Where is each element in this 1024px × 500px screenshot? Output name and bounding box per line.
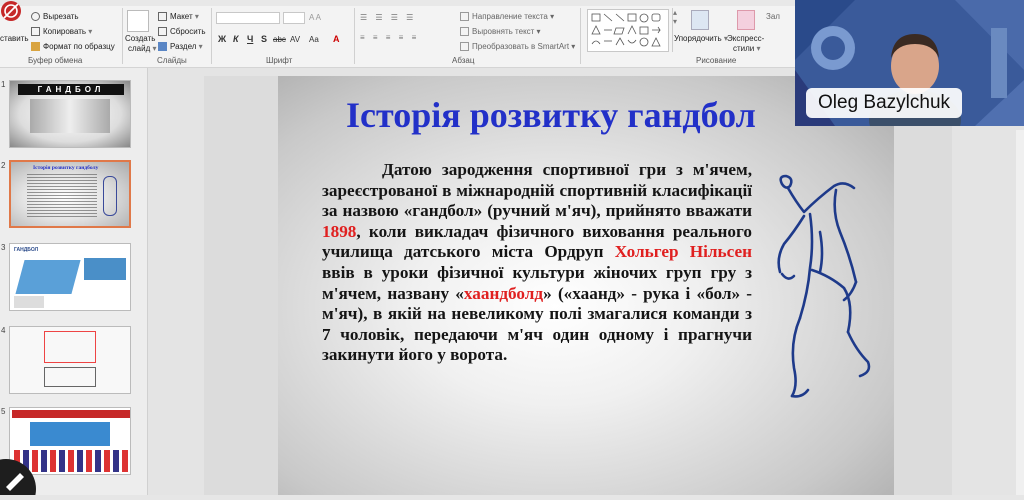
new-slide-button-line2[interactable]: слайд ▾ — [128, 44, 157, 53]
shapes-icon — [591, 13, 661, 47]
thumbnail-court-2 — [84, 258, 126, 280]
strikethrough-button[interactable]: abc — [273, 35, 286, 44]
cut-button[interactable]: Вырезать — [31, 12, 79, 22]
highlight-person: Хольгер Нільсен — [614, 242, 752, 262]
paintbrush-icon — [31, 42, 40, 52]
thumbnail-image — [30, 99, 110, 133]
new-slide-icon[interactable] — [127, 10, 149, 32]
slide-thumbnails-panel: 1 ГАНДБОЛ 2 Історія розвитку гандболу 3 … — [0, 68, 148, 495]
paragraph-group-label: Абзац — [452, 56, 475, 65]
shadow-button[interactable]: S — [261, 34, 267, 44]
thumbnail-banner — [12, 410, 130, 418]
thumbnail-ball — [14, 296, 44, 308]
font-name-input[interactable] — [216, 12, 280, 24]
change-case-button[interactable]: Aa — [309, 35, 319, 44]
ribbon-separator — [354, 8, 355, 64]
shape-fill-partial[interactable]: Зал — [766, 12, 780, 21]
list-buttons[interactable]: ☰ ☰ ☰ ☰ — [360, 13, 416, 22]
slide-background: Історія розвитку гандбол Датою зародженн… — [278, 76, 894, 495]
slide-thumbnail-4[interactable] — [9, 326, 131, 394]
copy-icon — [31, 27, 40, 37]
ribbon-separator — [211, 8, 212, 64]
thumbnail-text-lines — [27, 174, 97, 218]
font-color-button[interactable]: A — [333, 34, 340, 44]
copy-button[interactable]: Копировать ▾ — [31, 27, 92, 37]
bold-button[interactable]: Ж — [218, 34, 226, 44]
layout-button[interactable]: Макет ▾ — [158, 12, 199, 22]
text-direction-icon — [460, 12, 469, 22]
slide-number: 2 — [1, 161, 6, 170]
slide-thumbnail-3[interactable]: ГАНДБОЛ — [9, 243, 131, 311]
slide-body-text[interactable]: Датою зародження спортивної гри з м'ячем… — [322, 160, 752, 366]
thumbnail-goal-diagram — [44, 367, 96, 387]
thumbnail-court — [30, 422, 110, 446]
paste-button[interactable]: ставить — [0, 34, 29, 43]
section-icon — [158, 42, 167, 52]
slide-editing-area[interactable]: Історія розвитку гандбол Датою зародженн… — [148, 68, 1024, 495]
arrange-button[interactable]: Упорядочить ▾ — [674, 34, 728, 43]
slide-number: 1 — [1, 80, 6, 89]
shapes-gallery[interactable] — [587, 9, 669, 52]
align-text-button[interactable]: Выровнять текст ▾ — [460, 27, 541, 37]
character-spacing-button[interactable]: AV — [290, 35, 300, 44]
font-group-label: Шрифт — [266, 56, 293, 65]
section-button[interactable]: Раздел ▾ — [158, 42, 203, 52]
thumbnail-court-diagram — [44, 331, 96, 363]
highlight-game-name: хаандболд — [463, 283, 544, 303]
recording-icon[interactable] — [0, 0, 22, 22]
reset-button[interactable]: Сбросить — [158, 27, 206, 37]
thumbnail-figure — [103, 176, 117, 216]
align-text-icon — [460, 27, 469, 37]
new-slide-button[interactable]: Создать — [125, 34, 155, 43]
pencil-icon[interactable] — [0, 455, 36, 500]
thumbnail-title: ГАНДБОЛ — [18, 84, 124, 95]
format-painter-button[interactable]: Формат по образцу — [31, 42, 115, 52]
slide-number: 3 — [1, 243, 6, 252]
font-grow-icon[interactable]: A A — [309, 13, 321, 22]
quick-styles-button[interactable]: Экспресс- — [727, 34, 764, 43]
ribbon-separator — [122, 8, 123, 64]
vertical-scrollbar[interactable] — [1016, 130, 1024, 495]
align-buttons[interactable]: ≡ ≡ ≡ ≡ ≡ — [360, 33, 419, 42]
current-slide[interactable]: Історія розвитку гандбол Датою зародженн… — [204, 76, 952, 495]
participant-name-tag: Oleg Bazylchuk — [806, 88, 963, 118]
slide-thumbnail-1[interactable]: ГАНДБОЛ — [9, 80, 131, 148]
layout-icon — [158, 12, 167, 22]
ribbon-separator — [580, 8, 581, 64]
handball-player-illustration — [777, 174, 871, 398]
thumbnail-title: ГАНДБОЛ — [14, 247, 39, 253]
clipboard-group-label: Буфер обмена — [28, 56, 83, 65]
scissors-icon — [31, 12, 40, 22]
shapes-scroll[interactable]: ▴ ▾ — [672, 8, 680, 52]
slide-number: 4 — [1, 326, 6, 335]
thumbnail-court — [15, 260, 81, 294]
quick-styles-button-line2[interactable]: стили ▾ — [733, 44, 761, 53]
italic-button[interactable]: К — [233, 34, 239, 44]
text-direction-button[interactable]: Направление текста ▾ — [460, 12, 554, 22]
drawing-group-label: Рисование — [696, 56, 737, 65]
arrange-icon — [691, 10, 709, 30]
slide-thumbnail-2[interactable]: Історія розвитку гандболу — [9, 160, 131, 228]
slides-group-label: Слайды — [157, 56, 187, 65]
slide-title[interactable]: Історія розвитку гандбол — [346, 94, 756, 136]
smartart-button[interactable]: Преобразовать в SmartArt ▾ — [460, 42, 575, 52]
font-size-input[interactable] — [283, 12, 305, 24]
quick-styles-icon — [737, 10, 755, 30]
smartart-icon — [460, 42, 469, 52]
reset-icon — [158, 27, 167, 37]
highlight-year: 1898 — [322, 221, 357, 241]
slide-number: 5 — [1, 407, 6, 416]
thumbnail-title: Історія розвитку гандболу — [33, 165, 99, 171]
underline-button[interactable]: Ч — [247, 34, 253, 44]
